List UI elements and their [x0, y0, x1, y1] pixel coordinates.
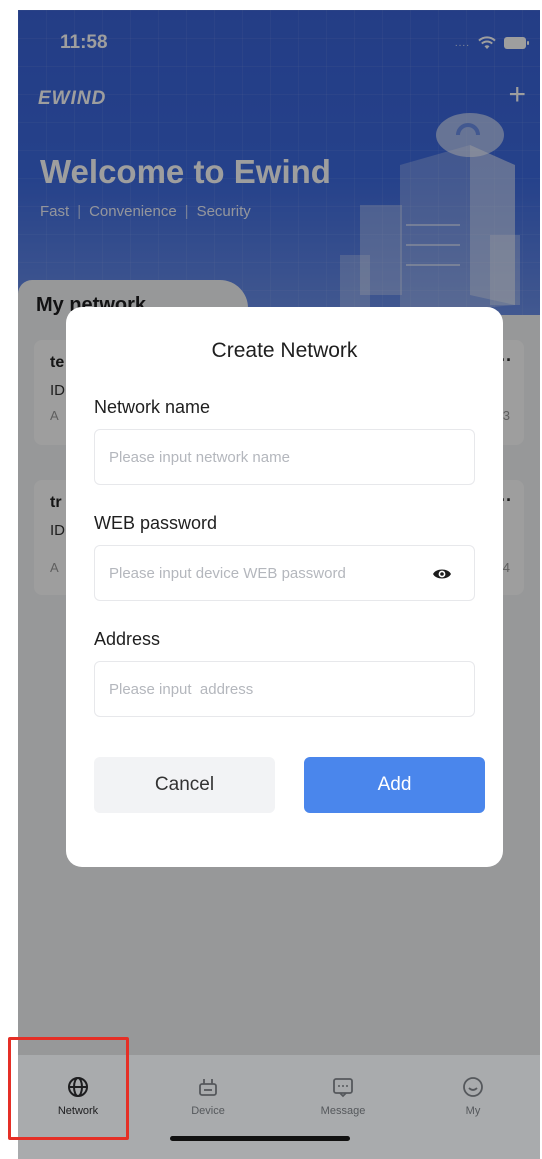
nav-item-my[interactable]: My — [433, 1075, 513, 1117]
address-label: Address — [94, 629, 161, 649]
router-icon — [199, 1079, 217, 1096]
cancel-button[interactable]: Cancel — [94, 757, 275, 813]
highlight-box — [8, 1037, 129, 1140]
create-network-dialog: Create Network Network name WEB password… — [66, 307, 503, 867]
network-name-label: Network name — [94, 397, 211, 417]
nav-label-message: Message — [320, 1105, 366, 1117]
web-password-input[interactable] — [95, 546, 474, 600]
nav-item-message[interactable]: Message — [303, 1075, 383, 1117]
web-password-label: WEB password — [94, 513, 218, 533]
network-name-field[interactable] — [94, 429, 475, 485]
nav-label-my: My — [465, 1105, 481, 1117]
home-indicator — [170, 1136, 350, 1141]
add-button[interactable]: Add — [304, 757, 485, 813]
address-input[interactable] — [95, 662, 474, 716]
web-password-field[interactable] — [94, 545, 475, 601]
message-icon — [333, 1078, 353, 1098]
nav-item-device[interactable]: Device — [168, 1075, 248, 1117]
phone-screen: 11:58 .... EWIND + Welcome to Ewind Fast… — [18, 10, 540, 1159]
address-field[interactable] — [94, 661, 475, 717]
nav-label-device: Device — [191, 1105, 225, 1117]
smile-icon — [463, 1077, 483, 1097]
dialog-title: Create Network — [211, 339, 358, 362]
network-name-input[interactable] — [95, 430, 474, 484]
eye-icon[interactable] — [432, 565, 452, 583]
